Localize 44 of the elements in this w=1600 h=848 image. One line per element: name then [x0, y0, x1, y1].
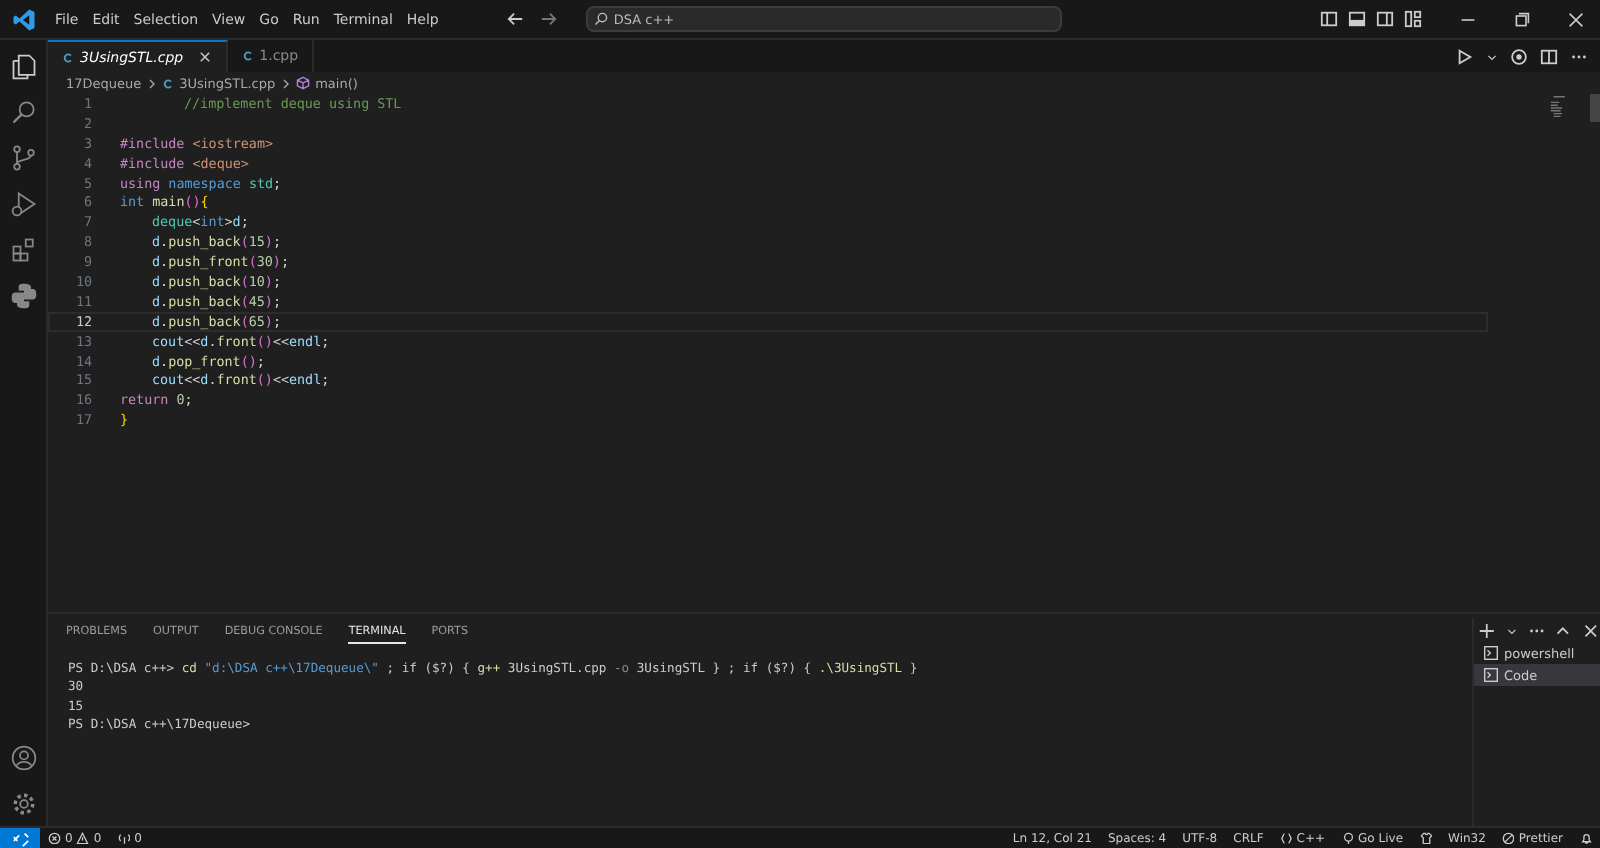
- restore-icon[interactable]: [1514, 11, 1530, 27]
- cpp-file-icon: [241, 50, 254, 62]
- remote-button[interactable]: [0, 828, 40, 848]
- plus-icon[interactable]: [1478, 621, 1496, 639]
- files-icon[interactable]: [9, 52, 37, 80]
- close-icon[interactable]: [1582, 621, 1600, 639]
- sidebar-icon[interactable]: [1376, 10, 1394, 28]
- cube-icon: [295, 76, 310, 90]
- back-arrow-icon[interactable]: [505, 10, 524, 28]
- antenna-icon: [117, 831, 131, 845]
- remote-icon: [11, 829, 29, 847]
- extensions-icon[interactable]: [9, 236, 37, 264]
- broadcast-icon: [1341, 831, 1355, 845]
- scrollbar-thumb[interactable]: [1590, 94, 1600, 122]
- panel-icon[interactable]: [1348, 10, 1366, 28]
- python-icon[interactable]: [9, 282, 37, 310]
- cpp-file-icon: [62, 51, 74, 63]
- layout-icon[interactable]: [1320, 10, 1338, 28]
- shirt-icon[interactable]: [1419, 831, 1433, 845]
- run-icon[interactable]: [1456, 47, 1474, 65]
- terminal-icon: [1484, 646, 1498, 660]
- copilot-icon[interactable]: [1510, 47, 1528, 65]
- close-icon[interactable]: [197, 50, 212, 64]
- close-icon[interactable]: [1568, 11, 1584, 27]
- chevron-right-icon: [281, 77, 290, 89]
- forward-arrow-icon[interactable]: [539, 10, 558, 28]
- terminal-icon: [1484, 668, 1498, 682]
- bell-icon[interactable]: [1579, 831, 1592, 845]
- source-control-icon[interactable]: [9, 144, 37, 172]
- braces-icon: [1279, 831, 1293, 845]
- chevron-right-icon: [147, 77, 156, 89]
- prohibited-icon: [1501, 831, 1515, 845]
- run-debug-icon[interactable]: [9, 190, 37, 218]
- search-icon[interactable]: [9, 98, 37, 126]
- customize-layout-icon[interactable]: [1404, 10, 1422, 28]
- warning-icon: [76, 831, 90, 845]
- settings-icon[interactable]: [9, 790, 37, 818]
- chevron-up-icon[interactable]: [1554, 621, 1573, 639]
- cpp-file-icon: [161, 77, 174, 89]
- app-logo-icon: [12, 7, 36, 31]
- error-icon: [48, 831, 61, 845]
- account-icon[interactable]: [9, 744, 37, 772]
- split-editor-icon[interactable]: [1540, 47, 1558, 65]
- search-icon: [593, 12, 608, 26]
